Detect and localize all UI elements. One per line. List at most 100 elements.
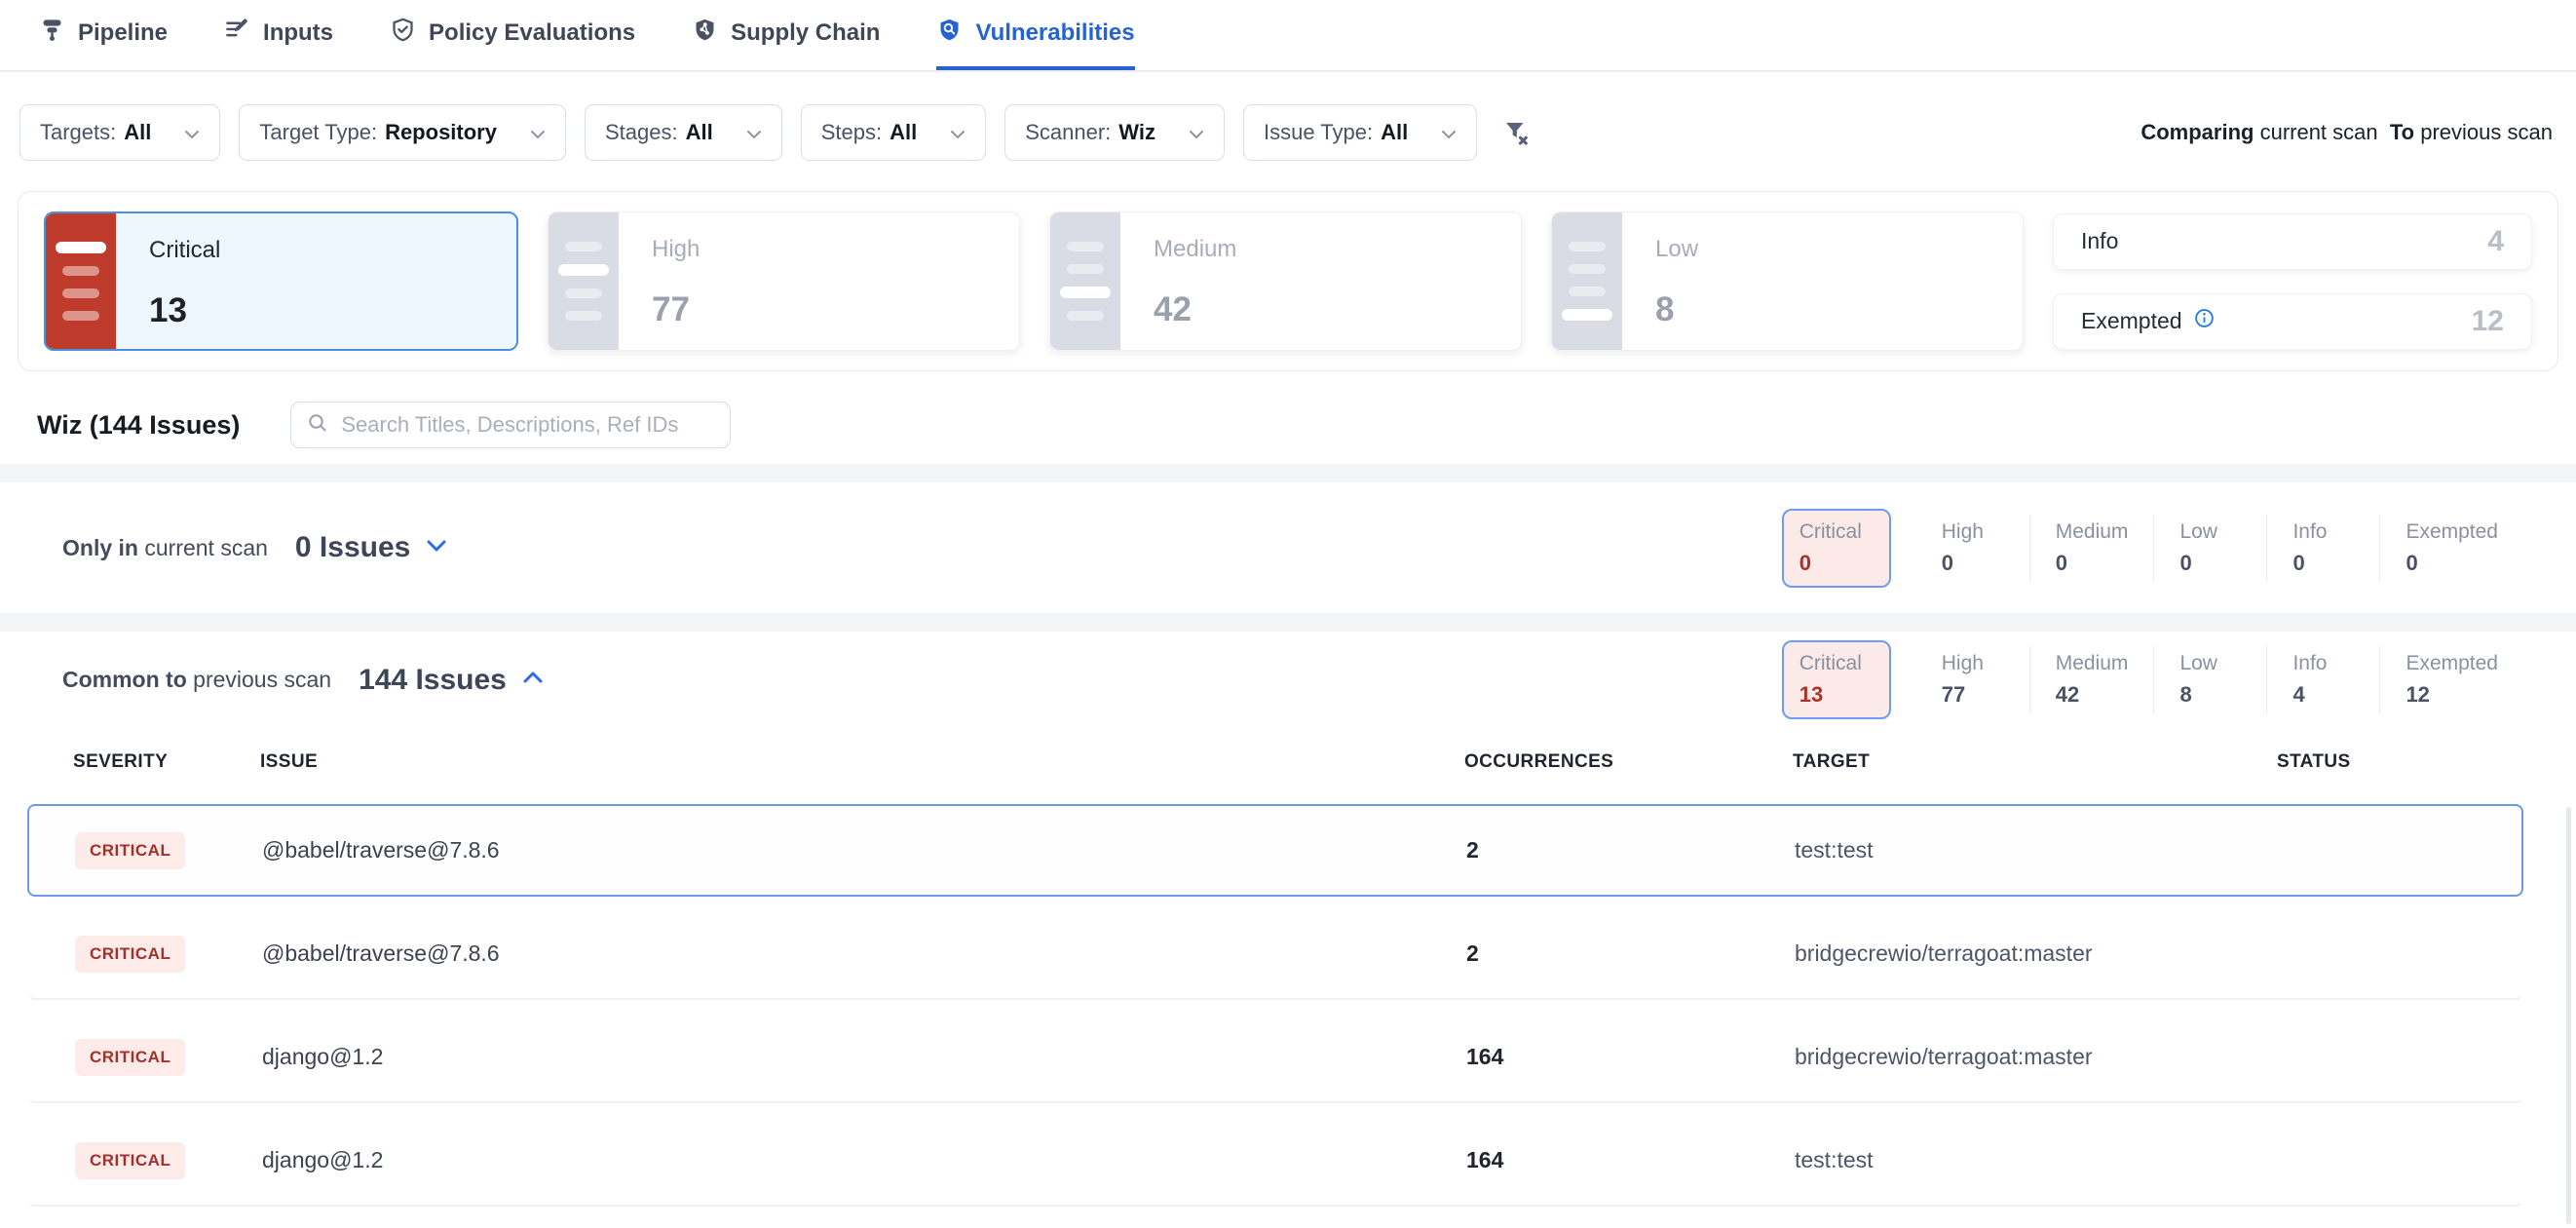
filter-stages[interactable]: Stages: All [585,104,782,161]
stat-medium[interactable]: Medium 42 [2029,646,2154,713]
filter-targets[interactable]: Targets:All [19,104,220,161]
chevron-down-icon [950,120,966,145]
supply-chain-icon [692,17,718,50]
stat-high[interactable]: High 77 [1916,646,2029,713]
common-to-previous-scan-section: Common to previous scan 144 Issues Criti… [0,632,2576,728]
tab-supply-chain[interactable]: Supply Chain [692,0,880,70]
target-cell: bridgecrewio/terragoat:master [1795,1044,2279,1070]
comparing-word: Comparing [2140,120,2254,144]
severity-summary-panel: Critical 13 High 77 Medium 42 [18,191,2558,371]
severity-bars-icon [1552,212,1622,350]
severity-badge: CRITICAL [75,1142,185,1179]
tab-label: Policy Evaluations [429,19,635,47]
inputs-icon [224,17,250,50]
column-header-issue: ISSUE [260,751,1464,773]
tab-inputs[interactable]: Inputs [224,0,333,70]
stat-low[interactable]: Low 8 [2153,646,2266,713]
scanner-header-row: Wiz (144 Issues) [0,371,2576,464]
search-input[interactable] [341,412,715,438]
target-cell: test:test [1795,837,2279,863]
section-divider [0,464,2576,482]
comparing-current: current scan [2260,120,2378,144]
vulnerabilities-page: Pipeline Inputs Policy Evaluations Suppl… [0,0,2576,1228]
side-card-label: Info [2081,228,2118,254]
comparing-to-word: To [2390,120,2414,144]
severity-card-label: Medium [1154,236,1236,263]
severity-card-high[interactable]: High 77 [548,211,1020,351]
tab-label: Inputs [263,19,333,47]
column-header-status: STATUS [2277,751,2523,773]
filter-steps[interactable]: Steps:All [801,104,987,161]
comparison-label: Comparing current scan To previous scan [2140,120,2553,145]
table-row[interactable]: CRITICAL @babel/traverse@7.8.6 2 test:te… [27,804,2523,897]
tab-label: Vulnerabilities [975,19,1134,47]
tab-pipeline[interactable]: Pipeline [39,0,168,70]
table-row[interactable]: CRITICAL django@1.2 164 test:test [27,1114,2523,1207]
issue-cell: @babel/traverse@7.8.6 [262,837,1466,863]
table-row[interactable]: CRITICAL django@1.2 164 bridgecrewio/ter… [27,1011,2523,1103]
tab-label: Pipeline [78,19,168,47]
stat-critical[interactable]: Critical 13 [1782,640,1891,719]
issues-table: CRITICAL @babel/traverse@7.8.6 2 test:te… [27,804,2523,1207]
chevron-down-icon [1189,120,1204,145]
stat-info[interactable]: Info 0 [2266,515,2379,582]
severity-badge: CRITICAL [75,1039,185,1076]
vertical-scrollbar[interactable] [2566,807,2571,1224]
occurrences-cell: 2 [1466,940,1795,967]
stat-info[interactable]: Info 4 [2266,646,2379,713]
stat-medium[interactable]: Medium 0 [2029,515,2154,582]
stat-critical[interactable]: Critical 0 [1782,509,1891,588]
exempted-card[interactable]: Exempted 12 [2053,293,2532,350]
occurrences-cell: 164 [1466,1044,1795,1070]
tab-vulnerabilities[interactable]: Vulnerabilities [936,0,1134,70]
severity-card-count: 42 [1154,290,1236,329]
issue-cell: django@1.2 [262,1044,1466,1070]
filter-label: Target Type: [259,120,377,145]
chevron-down-icon [184,120,200,145]
info-card[interactable]: Info 4 [2053,213,2532,270]
severity-badge: CRITICAL [75,936,185,973]
filter-value: All [890,120,917,145]
severity-bars-icon [1050,212,1120,350]
stat-exempted[interactable]: Exempted 0 [2379,515,2523,582]
filter-target-type[interactable]: Target Type:Repository [239,104,566,161]
filter-value: All [686,120,713,145]
severity-card-count: 13 [149,291,220,330]
side-card-count: 4 [2487,225,2504,258]
tab-policy-evaluations[interactable]: Policy Evaluations [390,0,635,70]
filter-label: Scanner: [1025,120,1111,145]
vulnerabilities-icon [936,17,963,50]
common-issues-toggle[interactable]: 144 Issues [359,664,544,697]
issues-count: 144 Issues [359,664,507,697]
chevron-down-icon [1441,120,1457,145]
stat-high[interactable]: High 0 [1916,515,2029,582]
filter-label: Stages: [605,120,678,145]
issue-cell: django@1.2 [262,1147,1466,1173]
severity-card-count: 77 [652,290,700,329]
severity-card-medium[interactable]: Medium 42 [1049,211,1522,351]
chevron-down-icon [530,120,546,145]
pipeline-icon [39,17,65,50]
info-exempted-column: Info 4 Exempted 12 [2053,211,2532,351]
filter-issue-type[interactable]: Issue Type:All [1243,104,1477,161]
filter-scanner[interactable]: Scanner: Wiz [1004,104,1225,161]
scanner-heading: Wiz (144 Issues) [37,410,240,441]
severity-stats: Critical 0 High 0 Medium 0 Low 0 Info 0 … [1782,509,2523,588]
severity-card-critical[interactable]: Critical 13 [44,211,518,351]
severity-card-label: High [652,236,700,263]
stat-exempted[interactable]: Exempted 12 [2379,646,2523,713]
filter-value: Wiz [1118,120,1155,145]
severity-bars-icon [549,212,619,350]
issue-cell: @babel/traverse@7.8.6 [262,940,1466,967]
chevron-up-icon [522,671,544,689]
clear-filters-icon[interactable] [1501,118,1531,147]
severity-card-low[interactable]: Low 8 [1551,211,2024,351]
only-in-issues-toggle[interactable]: 0 Issues [295,531,447,564]
filter-label: Issue Type: [1264,120,1373,145]
occurrences-cell: 164 [1466,1147,1795,1173]
stat-low[interactable]: Low 0 [2153,515,2266,582]
table-row[interactable]: CRITICAL @babel/traverse@7.8.6 2 bridgec… [27,907,2523,1000]
search-box [290,402,731,448]
section-divider [0,613,2576,632]
chevron-down-icon [426,539,447,557]
